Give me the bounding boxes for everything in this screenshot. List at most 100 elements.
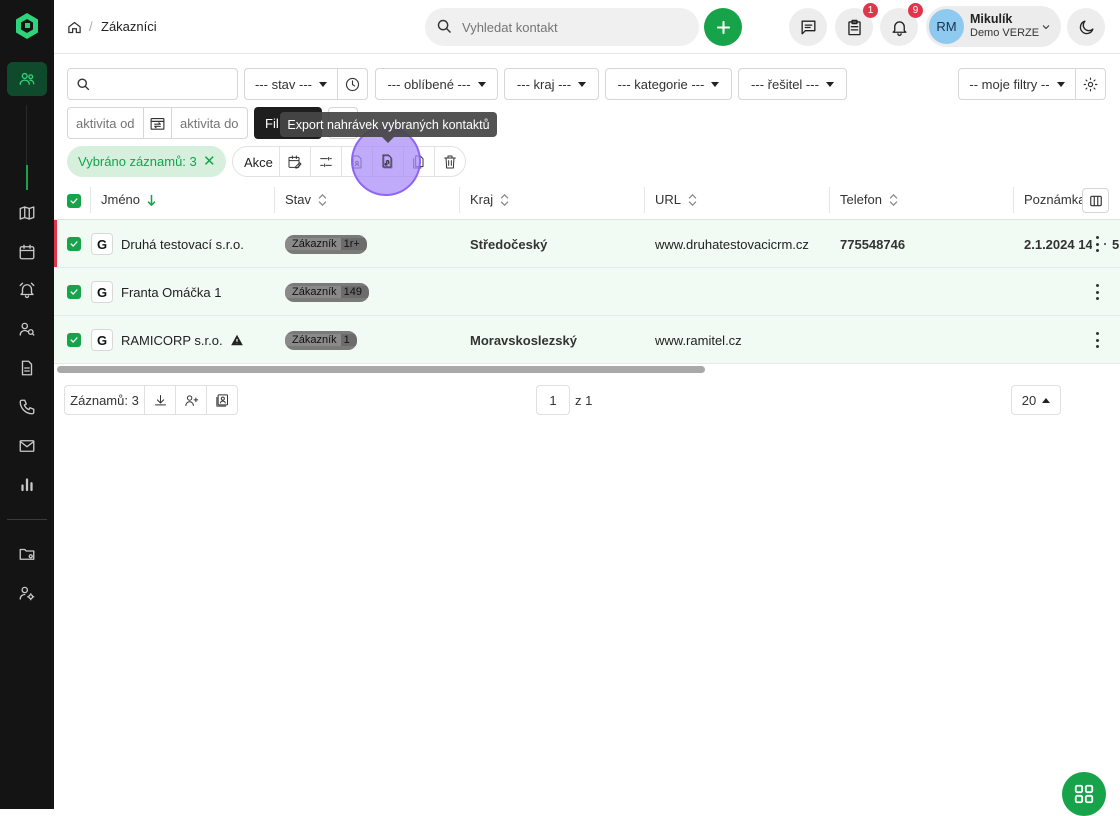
header-divider — [829, 187, 830, 213]
table-row[interactable]: G RAMICORP s.r.o. Zákazník 1 Moravskoslezs… — [54, 316, 1120, 364]
bar-chart-icon — [21, 478, 33, 492]
sliders-icon — [320, 156, 332, 168]
status-filter[interactable]: --- stav --- — [244, 68, 338, 100]
caret-down-icon — [578, 81, 587, 87]
breadcrumb-current: Zákazníci — [101, 19, 157, 34]
sidebar-item-user-settings[interactable] — [7, 576, 47, 610]
cell-name[interactable]: G RAMICORP s.r.o. — [91, 316, 244, 364]
sidebar-item-contact-search[interactable] — [7, 312, 47, 346]
google-icon: G — [91, 281, 113, 303]
category-filter[interactable]: --- kategorie --- — [605, 68, 732, 100]
actions-label[interactable]: Akce — [244, 155, 273, 170]
download-icon — [154, 394, 166, 405]
users-icon — [19, 72, 35, 85]
selection-chip: Vybráno záznamů: 3 ✕ — [67, 146, 226, 177]
add-button[interactable] — [704, 8, 742, 46]
column-settings-button[interactable] — [1082, 188, 1109, 213]
row-menu-icon[interactable] — [1095, 332, 1099, 348]
history-button[interactable] — [337, 68, 368, 100]
sidebar-item-documents[interactable] — [7, 351, 47, 385]
table-row[interactable]: G Druhá testovací s.r.o. Zákazník 1r+ Stře… — [54, 220, 1120, 268]
user-menu[interactable]: RM Mikulík Demo VERZE — [926, 6, 1061, 47]
column-header-region[interactable]: Kraj — [470, 192, 509, 207]
row-menu-icon[interactable] — [1095, 236, 1099, 252]
check-icon — [70, 198, 78, 204]
toolbar-divider — [434, 147, 435, 176]
cell-status: Zákazník 1r+ — [285, 220, 367, 268]
messages-button[interactable] — [789, 8, 827, 46]
activity-to-input[interactable] — [171, 107, 248, 139]
region-filter[interactable]: --- kraj --- — [504, 68, 599, 100]
horizontal-scrollbar[interactable] — [57, 366, 705, 373]
search-input[interactable] — [462, 17, 682, 37]
header-divider — [459, 187, 460, 213]
cell-note: 2.1.2024 14 — [1024, 236, 1092, 252]
user-name: Mikulík — [970, 12, 1013, 26]
cell-name[interactable]: G Franta Omáčka 1 — [91, 268, 221, 316]
notifications-badge: 9 — [908, 3, 923, 18]
google-icon: G — [91, 329, 113, 351]
home-icon[interactable] — [67, 20, 82, 35]
add-contact-button[interactable] — [175, 385, 207, 415]
page-number-input[interactable]: 1 — [536, 385, 570, 415]
calendar-icon — [19, 244, 35, 260]
sidebar-separator — [7, 519, 47, 520]
header-divider — [274, 187, 275, 213]
cell-phone[interactable]: 775548746 — [840, 220, 905, 268]
column-header-url[interactable]: URL — [655, 192, 697, 207]
activity-from-input[interactable] — [67, 107, 144, 139]
search-icon — [437, 19, 452, 34]
sidebar-item-calendar[interactable] — [7, 235, 47, 269]
sidebar-item-email[interactable] — [7, 429, 47, 463]
row-menu-icon[interactable] — [1095, 284, 1099, 300]
column-header-name[interactable]: Jméno — [101, 192, 156, 207]
sort-icon — [688, 193, 697, 206]
row-checkbox[interactable] — [67, 237, 81, 251]
column-header-note[interactable]: Poznámka — [1024, 192, 1085, 207]
column-header-status[interactable]: Stav — [285, 192, 327, 207]
apps-fab[interactable] — [1062, 772, 1106, 816]
my-filters-select[interactable]: -- moje filtry -- — [958, 68, 1076, 100]
assignee-filter[interactable]: --- řešitel --- — [738, 68, 847, 100]
app-logo[interactable] — [14, 12, 40, 40]
delete-button[interactable] — [442, 154, 458, 170]
plus-icon — [716, 20, 730, 34]
sidebar-item-reminders[interactable] — [7, 273, 47, 307]
calendar-swap-icon — [150, 117, 165, 130]
cell-name[interactable]: G Druhá testovací s.r.o. — [91, 220, 244, 268]
bell-icon — [891, 20, 907, 36]
table-row[interactable]: G Franta Omáčka 1 Zákazník 149 — [54, 268, 1120, 316]
table-search-input[interactable] — [67, 68, 238, 100]
row-checkbox[interactable] — [67, 333, 81, 347]
date-range-swap-button[interactable] — [143, 107, 172, 139]
filter-settings-button[interactable] — [1075, 68, 1106, 100]
sidebar-item-contacts[interactable] — [7, 62, 47, 96]
select-all-checkbox[interactable] — [67, 194, 81, 208]
page-size-select[interactable]: 20 — [1011, 385, 1061, 415]
download-button[interactable] — [144, 385, 176, 415]
check-icon — [70, 241, 78, 247]
theme-toggle-button[interactable] — [1067, 8, 1105, 46]
contact-cards-button[interactable] — [206, 385, 238, 415]
contact-search[interactable] — [425, 8, 699, 46]
column-header-phone[interactable]: Telefon — [840, 192, 898, 207]
cell-url[interactable]: www.ramitel.cz — [655, 316, 742, 364]
favorites-filter[interactable]: --- oblíbené --- — [375, 68, 498, 100]
row-checkbox[interactable] — [67, 285, 81, 299]
sidebar-item-calls[interactable] — [7, 390, 47, 424]
columns-icon — [1089, 195, 1102, 206]
header-divider — [90, 187, 91, 213]
cell-status: Zákazník 1 — [285, 316, 357, 364]
cell-url[interactable]: www.druhatestovacicrm.cz — [655, 220, 809, 268]
toolbar-divider — [310, 147, 311, 176]
row-indicator — [54, 220, 57, 267]
sort-icon — [889, 193, 898, 206]
clear-selection-icon[interactable]: ✕ — [203, 152, 216, 170]
cell-region: Středočeský — [470, 236, 548, 252]
sidebar-item-statistics[interactable] — [7, 467, 47, 501]
sidebar-item-folder-settings[interactable] — [7, 537, 47, 571]
contact-card-icon — [215, 393, 228, 407]
sidebar-item-map[interactable] — [7, 196, 47, 230]
edit-calendar-button[interactable] — [287, 154, 303, 170]
bulk-edit-button[interactable] — [318, 154, 334, 170]
